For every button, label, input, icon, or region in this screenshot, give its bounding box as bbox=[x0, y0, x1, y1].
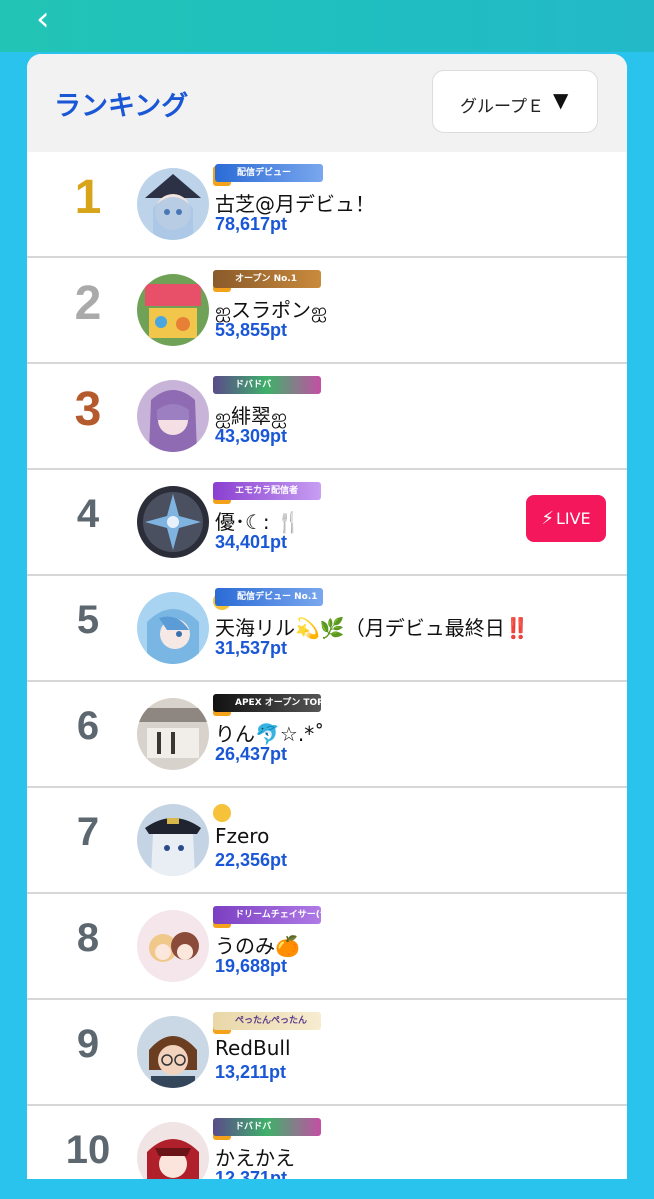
ranking-row[interactable]: 9 名 ぺったんぺったん RedBull 13,211pt bbox=[27, 1000, 627, 1106]
rank-number: 6 bbox=[76, 704, 100, 748]
user-points: 19,688pt bbox=[215, 956, 288, 976]
achievement-tag: オープン No.1 bbox=[213, 270, 321, 288]
top-bar: ‹ bbox=[0, 0, 654, 52]
user-name: 優･☾: 🍴 bbox=[215, 510, 301, 534]
user-points: 13,211pt bbox=[215, 1062, 287, 1082]
rank-number: 9 bbox=[76, 1022, 100, 1066]
achievement-tag: ドバドバ bbox=[213, 1118, 321, 1136]
ranking-row[interactable]: 5 配信デビュー No.1 天海リル💫🌿（月デビュ最終日‼️ 31,537pt bbox=[27, 576, 627, 682]
rank-number: 3 bbox=[74, 383, 102, 436]
user-points: 43,309pt bbox=[215, 426, 288, 446]
user-points: 12,371pt bbox=[215, 1168, 288, 1179]
ranking-title: ランキング bbox=[54, 91, 189, 122]
rank-number: 2 bbox=[74, 277, 102, 330]
avatar bbox=[137, 380, 209, 452]
user-name: 天海リル💫🌿（月デビュ最終日‼️ bbox=[215, 616, 530, 640]
live-label: LIVE bbox=[555, 509, 591, 528]
achievement-tag: 配信デビュー No.1 bbox=[215, 588, 323, 606]
avatar bbox=[137, 274, 209, 346]
user-name: 古芝@月デビュ！ bbox=[215, 192, 375, 216]
group-select[interactable]: グループＥ ▼ bbox=[432, 70, 598, 133]
live-button[interactable]: ⚡ LIVE bbox=[526, 495, 606, 542]
user-points: 22,356pt bbox=[215, 850, 288, 870]
user-name: かえかえ bbox=[215, 1146, 295, 1170]
card-header: ランキング グループＥ ▼ bbox=[27, 54, 627, 152]
user-points: 53,855pt bbox=[215, 320, 288, 340]
user-points: 31,537pt bbox=[215, 638, 288, 658]
user-name: うのみ🍊 bbox=[215, 934, 300, 958]
rank-number: 7 bbox=[76, 810, 100, 854]
user-name: Fzero bbox=[215, 824, 270, 848]
user-points: 78,617pt bbox=[215, 214, 288, 234]
rank-number: 5 bbox=[76, 598, 100, 642]
sun-icon bbox=[213, 804, 231, 822]
avatar bbox=[137, 804, 209, 876]
ranking-row[interactable]: 1 名 配信デビュー 古芝@月デビュ！ 78,617pt bbox=[27, 152, 627, 258]
ranking-row[interactable]: 8 名 ドリームチェイサー(青) うのみ🍊 19,688pt bbox=[27, 894, 627, 1000]
rank-number: 1 bbox=[74, 171, 102, 224]
chevron-left-icon[interactable]: ‹ bbox=[36, 2, 76, 40]
ranking-row[interactable]: 2 名 オープン No.1 ஐスラポンஐ 53,855pt bbox=[27, 258, 627, 364]
user-name: RedBull bbox=[215, 1036, 291, 1060]
achievement-tag: APEX オープン TOP10 bbox=[213, 694, 321, 712]
ranking-row[interactable]: 4 名 エモカラ配信者 優･☾: 🍴 34,401pt ⚡LIVE bbox=[27, 470, 627, 576]
achievement-tag: ぺったんぺったん bbox=[213, 1012, 321, 1030]
achievement-tag: エモカラ配信者 bbox=[213, 482, 321, 500]
avatar bbox=[137, 1122, 209, 1179]
group-select-value: グループＥ bbox=[460, 97, 544, 117]
avatar bbox=[137, 486, 209, 558]
avatar bbox=[137, 168, 209, 240]
avatar bbox=[137, 698, 209, 770]
rank-number: 10 bbox=[65, 1128, 111, 1172]
ranking-card: ランキング グループＥ ▼ 1 名 配信デビュー 古芝@月デビュ！ 78,617… bbox=[27, 54, 627, 1179]
achievement-tag: ドリームチェイサー(青) bbox=[213, 906, 321, 924]
rank-number: 4 bbox=[76, 492, 100, 536]
ranking-row[interactable]: 3 ドバドバ ஐ緋翠ஐ 43,309pt bbox=[27, 364, 627, 470]
lightning-icon: ⚡ bbox=[541, 508, 554, 529]
achievement-tag: 配信デビュー bbox=[215, 164, 323, 182]
avatar bbox=[137, 910, 209, 982]
rank-number: 8 bbox=[76, 916, 100, 960]
achievement-tag: ドバドバ bbox=[213, 376, 321, 394]
ranking-row[interactable]: 7 Fzero 22,356pt bbox=[27, 788, 627, 894]
user-points: 26,437pt bbox=[215, 744, 288, 764]
user-points: 34,401pt bbox=[215, 532, 288, 552]
ranking-row[interactable]: 6 名 APEX オープン TOP10 りん🐬☆.*˚ 26,437pt bbox=[27, 682, 627, 788]
ranking-list: 1 名 配信デビュー 古芝@月デビュ！ 78,617pt 2 名 オープン No… bbox=[27, 152, 627, 1179]
avatar bbox=[137, 592, 209, 664]
ranking-row[interactable]: 10 名 ドバドバ かえかえ 12,371pt bbox=[27, 1106, 627, 1179]
user-name: りん🐬☆.*˚ bbox=[215, 722, 325, 746]
caret-down-icon: ▼ bbox=[553, 88, 569, 112]
avatar bbox=[137, 1016, 209, 1088]
